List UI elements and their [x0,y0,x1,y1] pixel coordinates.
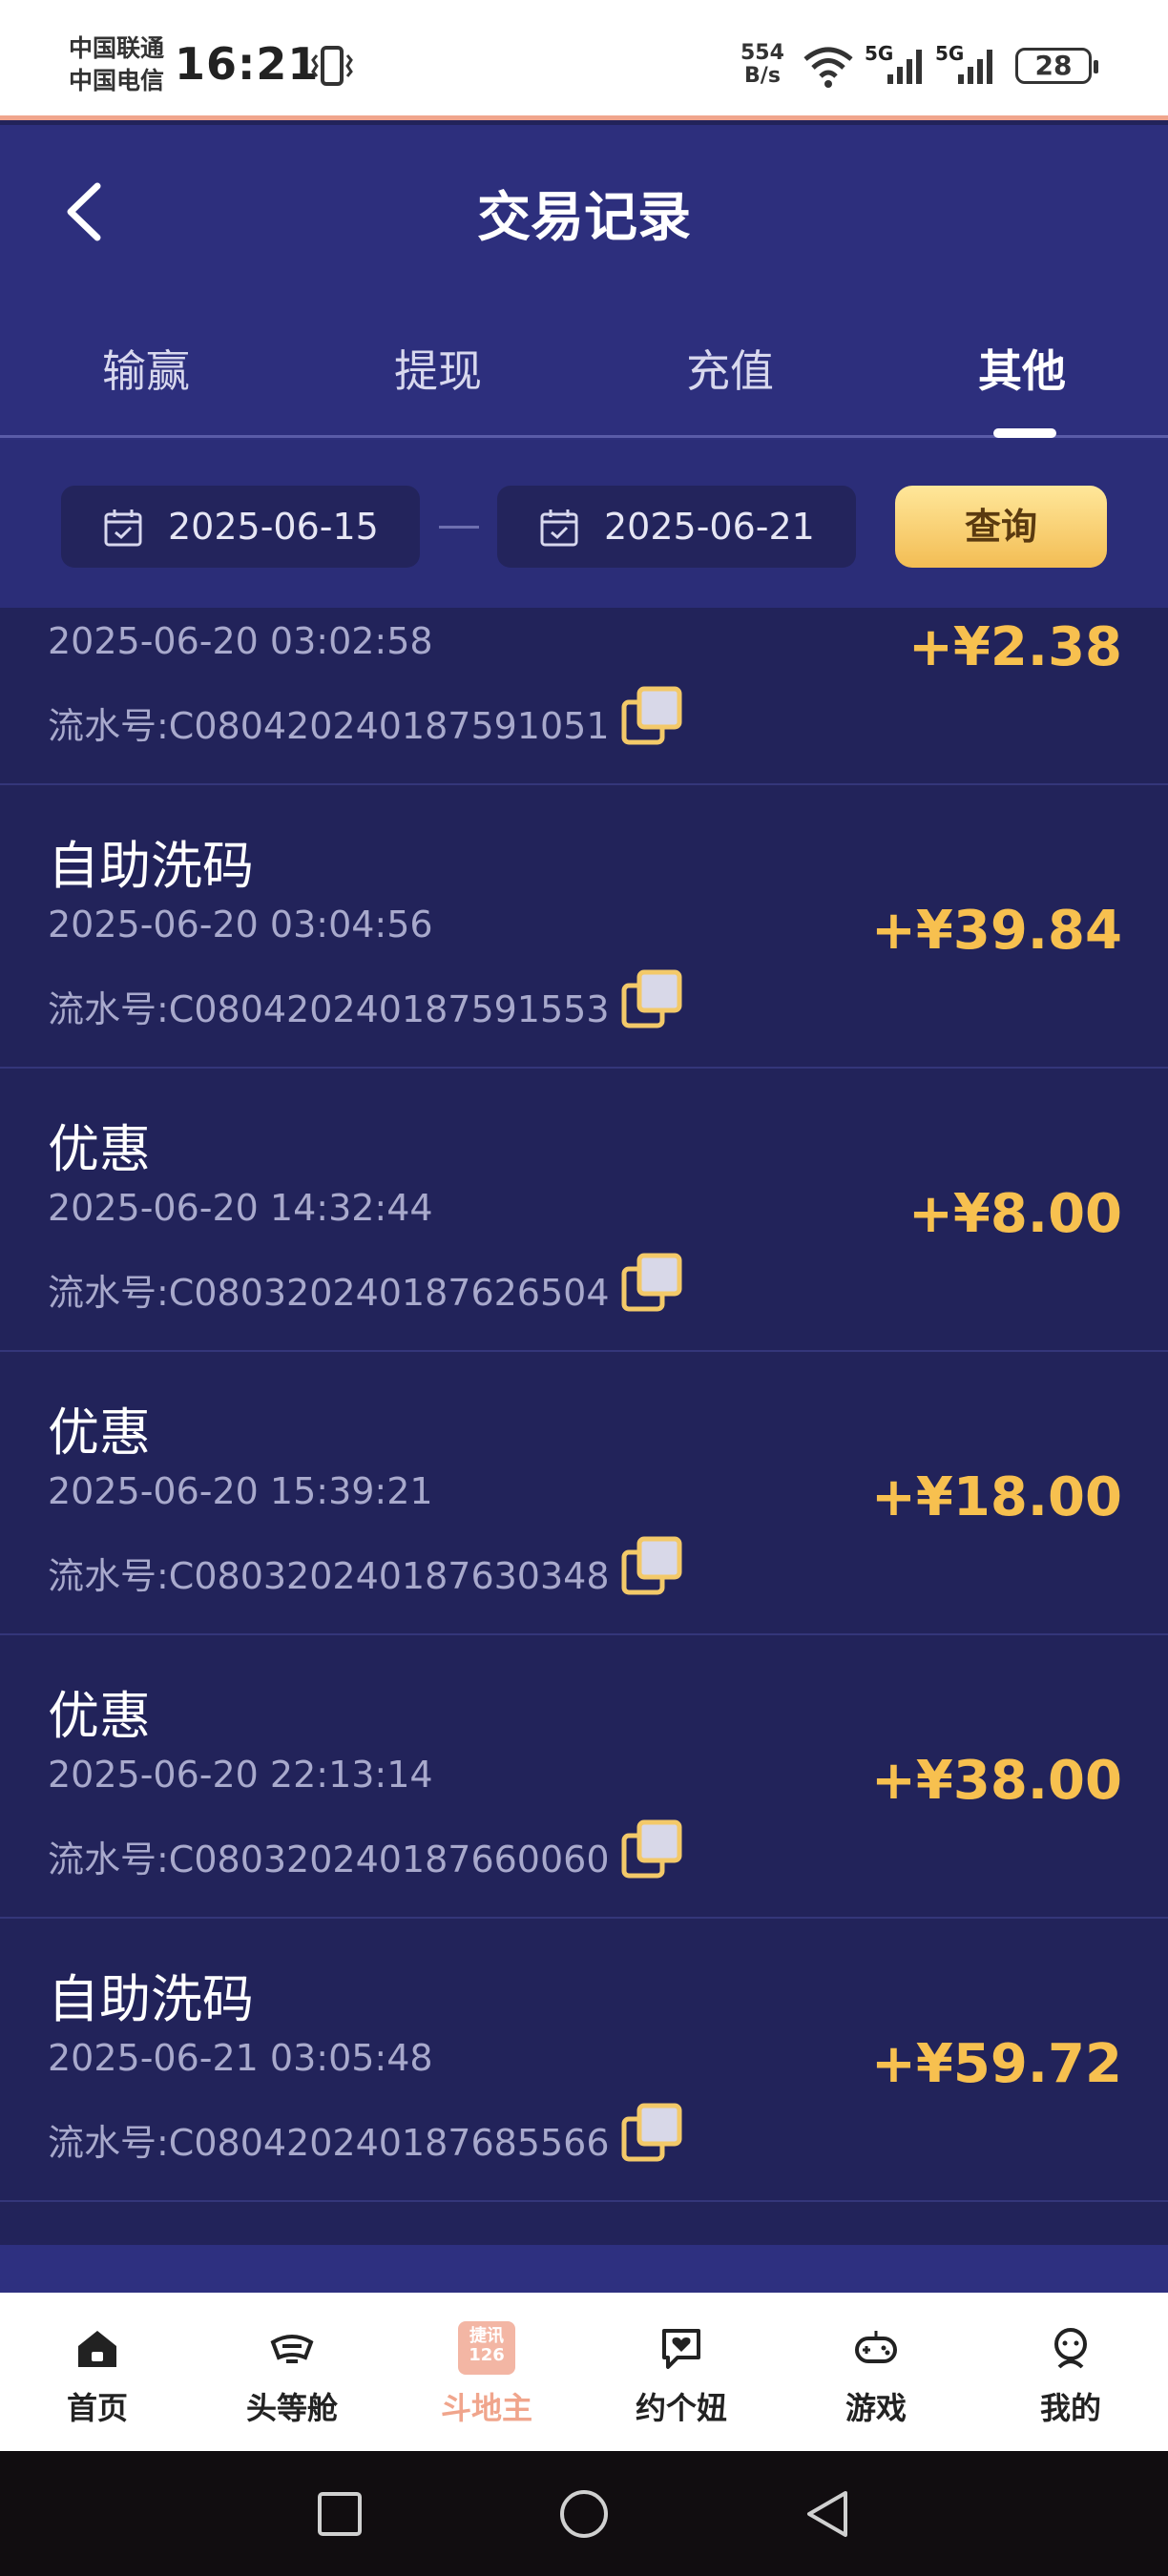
profile-icon [1054,2328,1087,2369]
transaction-row: 自助洗码 2025-06-20 03:04:56 流水号:C0804202401… [0,785,1168,1069]
tab-other[interactable]: 其他 [876,337,1168,400]
transaction-type: 优惠 [48,1402,151,1463]
header: 交易记录 输赢 提现 充值 其他 [0,125,1168,440]
nav-games[interactable]: 游戏 [779,2293,973,2451]
page-title: 交易记录 [477,187,691,249]
transaction-row: 优惠 2025-06-20 15:39:21 流水号:C080320240187… [0,1352,1168,1635]
query-button[interactable]: 查询 [895,486,1107,568]
transaction-type: 自助洗码 [48,608,254,615]
tab-bar: 输赢 提现 充值 其他 [0,316,1168,438]
transaction-list[interactable]: 自助洗码 2025-06-20 03:02:58 流水号:C0804202401… [0,608,1168,2293]
battery-indicator: 28 [1015,48,1098,84]
transaction-amount: +¥39.84 [870,900,1122,962]
wifi-icon [803,47,853,88]
calendar-icon [540,509,578,547]
system-nav-bar [0,2451,1168,2576]
carrier-1: 中国联通 [69,34,165,62]
nav-doudizhu[interactable]: 捷讯 126 斗地主 [389,2293,584,2451]
tab-win-loss[interactable]: 输赢 [0,337,292,400]
nav-first-class[interactable]: 头等舱 [195,2293,389,2451]
transaction-serial: 流水号:C080320240187660060 [48,1839,610,1880]
home-circle-icon[interactable] [555,2485,613,2543]
transaction-row: 优惠 2025-06-20 14:32:44 流水号:C080320240187… [0,1069,1168,1352]
nav-profile-label: 我的 [1039,2390,1101,2426]
transaction-serial: 流水号:C080420240187591051 [48,705,610,747]
transaction-list-inner: 自助洗码 2025-06-20 03:02:58 流水号:C0804202401… [0,608,1168,2202]
active-tab-indicator [993,428,1056,438]
gamepad-icon [855,2331,897,2363]
date-filter-bar: 2025-06-15 2025-06-21 查询 [0,440,1168,608]
date-to-text: 2025-06-21 [604,506,815,548]
nav-games-label: 游戏 [845,2390,907,2426]
badge-top-text: 捷讯 [469,2326,504,2346]
nav-doudizhu-label: 斗地主 [440,2390,532,2426]
carrier-2: 中国电信 [69,67,165,94]
status-bar: 中国联通 中国电信 16:21 554 B/s 5G 5G 28 [0,0,1168,120]
transaction-time: 2025-06-20 03:02:58 [48,620,433,662]
status-time: 16:21 [175,38,320,90]
transaction-type: 自助洗码 [48,1969,254,2029]
recents-icon[interactable] [311,2485,368,2543]
copy-icon[interactable] [620,966,685,1031]
calendar-icon [104,509,142,547]
net-speed-value: 554 [740,41,784,65]
bottom-nav: 首页 头等舱 捷讯 126 斗地主 约个妞 游戏 我的 [0,2293,1168,2451]
transaction-time: 2025-06-20 03:04:56 [48,904,433,945]
date-from-picker[interactable]: 2025-06-15 [61,486,420,568]
nav-chat-label: 约个妞 [635,2390,727,2426]
copy-icon[interactable] [620,1250,685,1315]
transaction-time: 2025-06-21 03:05:48 [48,2037,433,2079]
transaction-type: 优惠 [48,1119,151,1179]
date-separator [439,526,479,529]
transaction-type: 优惠 [48,1686,151,1746]
chat-heart-icon [662,2329,700,2369]
copy-icon[interactable] [620,683,685,748]
transaction-serial: 流水号:C080320240187626504 [48,1272,610,1314]
signal-icon-2: 5G [935,42,998,88]
transaction-row: 自助洗码 2025-06-20 03:02:58 流水号:C0804202401… [0,608,1168,785]
list-footer [0,2245,1168,2293]
nav-home[interactable]: 首页 [0,2293,195,2451]
nav-home-label: 首页 [66,2390,128,2426]
date-from-text: 2025-06-15 [168,506,379,548]
tab-deposit[interactable]: 充值 [584,337,876,400]
copy-icon[interactable] [620,1817,685,1881]
transaction-type: 自助洗码 [48,836,254,896]
home-icon [78,2331,116,2367]
nav-chat[interactable]: 约个妞 [584,2293,779,2451]
transaction-amount: +¥18.00 [870,1466,1122,1528]
badge-bottom-text: 126 [469,2345,505,2365]
transaction-time: 2025-06-20 14:32:44 [48,1187,433,1229]
transaction-row: 优惠 2025-06-20 22:13:14 流水号:C080320240187… [0,1635,1168,1919]
transaction-amount: +¥8.00 [907,1183,1122,1245]
doudizhu-badge-icon: 捷讯 126 [458,2321,515,2375]
signal-icon-1: 5G [865,42,928,88]
transaction-amount: +¥38.00 [870,1750,1122,1812]
copy-icon[interactable] [620,1533,685,1598]
back-triangle-icon[interactable] [800,2485,857,2543]
transaction-serial: 流水号:C080420240187591553 [48,988,610,1030]
first-class-icon [270,2335,314,2363]
transaction-amount: +¥2.38 [907,616,1122,678]
vibrate-icon [311,46,353,86]
tab-withdraw[interactable]: 提现 [292,337,584,400]
transaction-row: 自助洗码 2025-06-21 03:05:48 流水号:C0804202401… [0,1919,1168,2202]
date-to-picker[interactable]: 2025-06-21 [497,486,856,568]
net-speed-unit: B/s [744,64,781,88]
net-speed: 554 B/s [740,42,784,88]
transaction-serial: 流水号:C080320240187630348 [48,1555,610,1597]
copy-icon[interactable] [620,2100,685,2165]
nav-first-class-label: 头等舱 [245,2390,338,2426]
carrier-names: 中国联通 中国电信 [69,32,164,97]
transaction-time: 2025-06-20 22:13:14 [48,1754,433,1796]
transaction-time: 2025-06-20 15:39:21 [48,1470,433,1512]
transaction-amount: +¥59.72 [870,2033,1122,2095]
transaction-serial: 流水号:C080420240187685566 [48,2122,610,2164]
nav-profile[interactable]: 我的 [973,2293,1168,2451]
